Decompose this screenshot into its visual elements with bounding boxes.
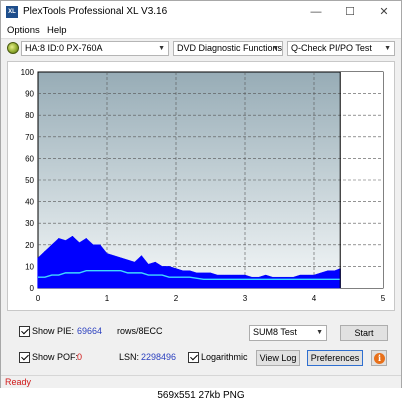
sum-test-select[interactable]: SUM8 Test ▼: [249, 325, 327, 341]
drive-select-value: HA:8 ID:0 PX-760A: [25, 43, 103, 53]
function-select-value: DVD Diagnostic Functions: [177, 43, 283, 53]
plextools-logo-icon: XL: [6, 6, 18, 18]
minimize-icon[interactable]: —: [303, 4, 329, 20]
y-tick-label: 20: [25, 241, 34, 250]
show-pof-checkbox[interactable]: [19, 352, 30, 363]
pi-po-chart: 0 10 20 30 40 50 60 70 80 90 100 0 1 2 3 4 5: [21, 68, 386, 303]
chevron-down-icon: ▼: [158, 45, 165, 52]
x-tick-label: 1: [105, 294, 110, 303]
maximize-icon[interactable]: ☐: [337, 4, 363, 20]
show-pof-label: Show POF:: [32, 352, 79, 362]
y-tick-label: 50: [25, 176, 34, 185]
preferences-button[interactable]: Preferences: [307, 350, 363, 366]
controls-panel: Show PIE: 69664 rows/8ECC SUM8 Test ▼ St…: [1, 313, 401, 375]
pie-value: 69664: [77, 326, 103, 336]
show-pie-label: Show PIE:: [32, 326, 75, 336]
info-icon: i: [374, 353, 385, 364]
menu-bar: Options Help: [1, 23, 401, 39]
sum-test-select-value: SUM8 Test: [253, 327, 297, 337]
x-tick-label: 2: [174, 294, 179, 303]
lsn-label: LSN:: [119, 352, 140, 362]
y-tick-label: 30: [25, 219, 34, 228]
toolbar: HA:8 ID:0 PX-760A ▼ DVD Diagnostic Funct…: [1, 39, 401, 59]
function-select[interactable]: DVD Diagnostic Functions ▼: [173, 41, 283, 56]
logarithmic-label: Logarithmic: [201, 352, 248, 362]
test-select[interactable]: Q-Check PI/PO Test ▼: [287, 41, 395, 56]
y-tick-label: 0: [30, 284, 35, 293]
info-button[interactable]: i: [371, 350, 387, 366]
menu-help[interactable]: Help: [47, 25, 67, 36]
disc-drive-icon: [7, 42, 19, 54]
show-pie-checkbox[interactable]: [19, 326, 30, 337]
y-tick-label: 80: [25, 111, 34, 120]
lsn-value: 2298496: [141, 352, 177, 362]
image-caption: 569x551 27kb PNG: [0, 388, 402, 404]
x-tick-label: 4: [312, 294, 317, 303]
start-button[interactable]: Start: [340, 325, 388, 341]
pie-unit: rows/8ECC: [117, 326, 163, 336]
y-tick-label: 70: [25, 133, 34, 142]
status-bar: Ready: [1, 375, 401, 388]
chevron-down-icon: ▼: [384, 45, 391, 52]
x-tick-label: 0: [36, 294, 41, 303]
title-bar: XL PlexTools Professional XL V3.16 — ☐ ✕: [1, 1, 401, 23]
y-tick-label: 100: [21, 68, 35, 77]
unused-region: [340, 72, 383, 288]
chevron-down-icon: ▼: [316, 329, 323, 336]
y-tick-label: 60: [25, 154, 34, 163]
chevron-down-icon: ▼: [272, 45, 279, 52]
logarithmic-checkbox[interactable]: [188, 352, 199, 363]
y-tick-label: 90: [25, 90, 34, 99]
test-select-value: Q-Check PI/PO Test: [291, 43, 372, 53]
x-tick-label: 3: [243, 294, 248, 303]
window-title: PlexTools Professional XL V3.16: [23, 6, 168, 17]
y-tick-label: 10: [25, 262, 34, 271]
menu-options[interactable]: Options: [7, 25, 40, 36]
drive-select[interactable]: HA:8 ID:0 PX-760A ▼: [21, 41, 169, 56]
close-icon[interactable]: ✕: [371, 4, 397, 20]
y-tick-label: 40: [25, 198, 34, 207]
x-tick-label: 5: [381, 294, 386, 303]
view-log-button[interactable]: View Log: [256, 350, 300, 366]
chart-panel: 0 10 20 30 40 50 60 70 80 90 100 0 1 2 3 4 5: [7, 61, 395, 311]
app-window: XL PlexTools Professional XL V3.16 — ☐ ✕…: [0, 0, 402, 388]
pof-value: 0: [77, 352, 83, 362]
status-text: Ready: [5, 377, 32, 387]
